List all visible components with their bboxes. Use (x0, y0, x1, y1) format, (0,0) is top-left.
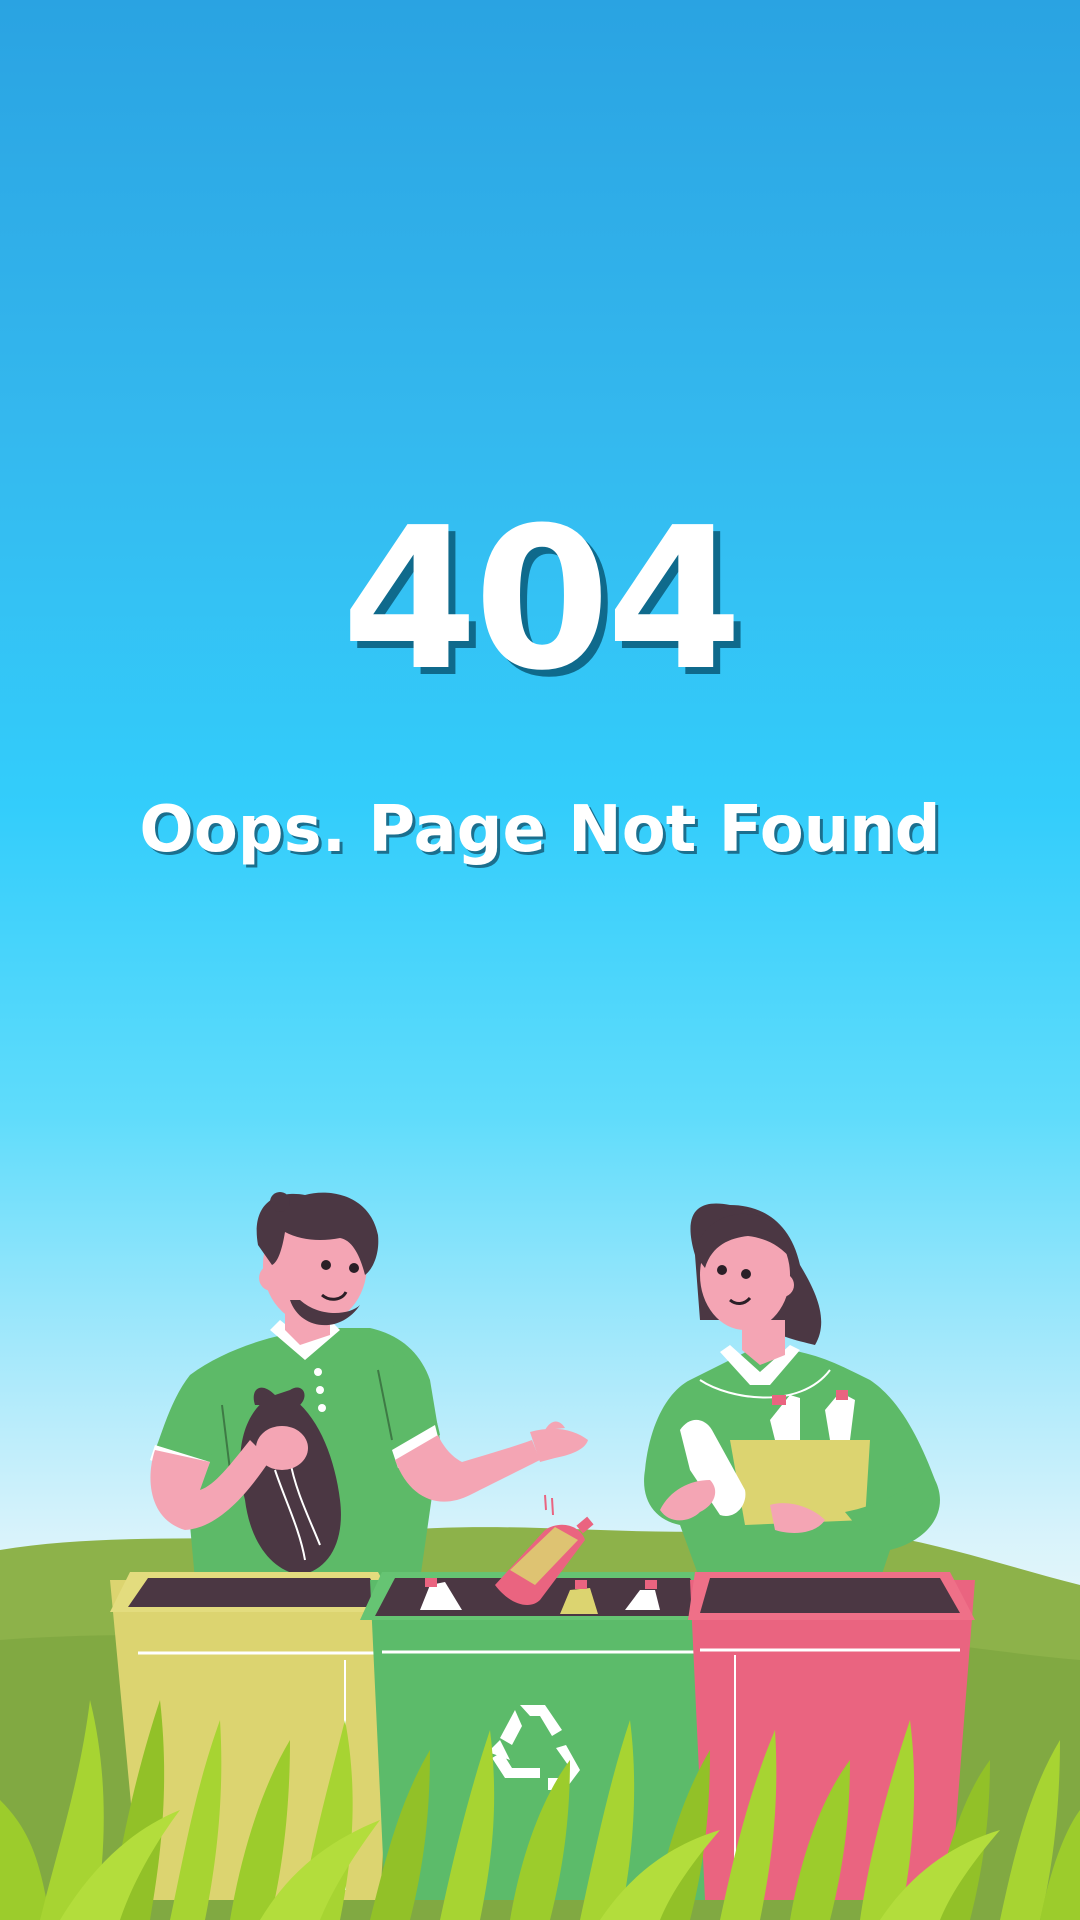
error-code: 404 (341, 486, 742, 714)
recycling-scene-illustration (0, 1192, 1080, 1920)
man-figure (150, 1192, 588, 1580)
error-message: Oops. Page Not Found (139, 793, 941, 867)
woman-figure (644, 1203, 940, 1580)
